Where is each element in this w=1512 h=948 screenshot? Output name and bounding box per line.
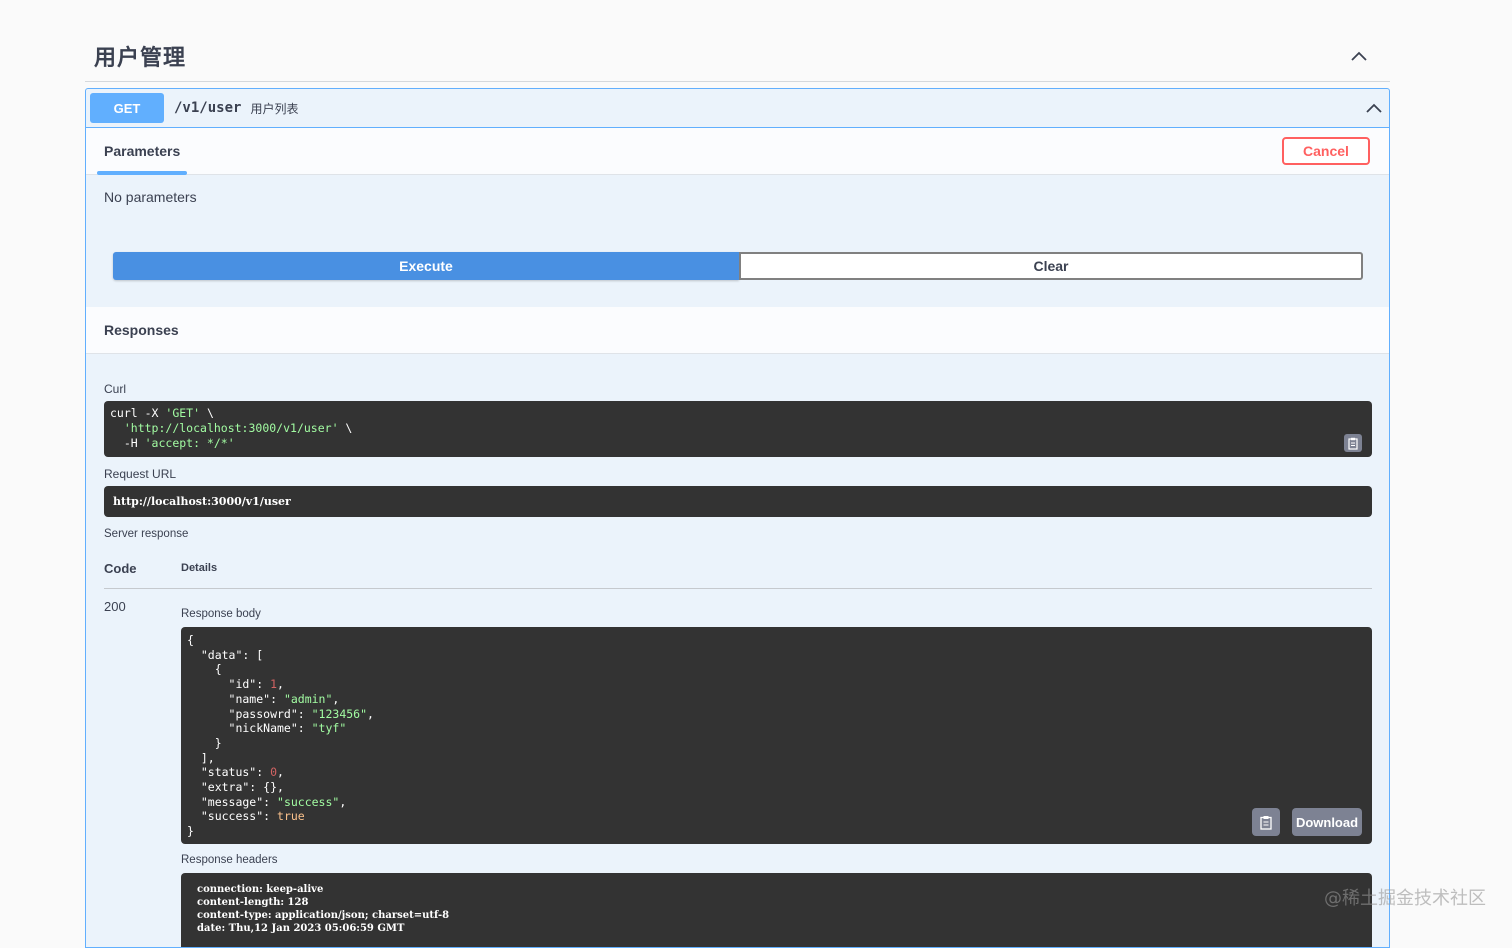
- clipboard-copy-icon[interactable]: [1252, 808, 1280, 836]
- http-method-badge: GET: [90, 93, 164, 123]
- server-response-label: Server response: [104, 528, 189, 540]
- curl-code-block[interactable]: curl -X 'GET' \ 'http://localhost:3000/v…: [104, 401, 1372, 457]
- tag-section-header[interactable]: 用户管理: [85, 30, 1390, 82]
- operation-path: /v1/user: [174, 100, 242, 116]
- operation-description: 用户列表: [250, 101, 299, 116]
- operation-block: GET /v1/user 用户列表 Parameters Cancel No p…: [85, 88, 1390, 948]
- execute-button[interactable]: Execute: [113, 252, 739, 280]
- response-header-line: date: Thu,12 Jan 2023 05:06:59 GMT: [197, 923, 405, 934]
- watermark: @稀土掘金技术社区: [1324, 888, 1486, 909]
- response-header-line: content-length: 128: [197, 897, 309, 908]
- response-headers-code[interactable]: connection: keep-alive content-length: 12…: [181, 873, 1372, 947]
- chevron-up-icon[interactable]: [1348, 45, 1370, 67]
- chevron-up-icon[interactable]: [1363, 97, 1385, 119]
- curl-line: 'http://localhost:3000/v1/user' \: [123, 421, 353, 435]
- no-parameters-text: No parameters: [104, 189, 197, 205]
- curl-label: Curl: [104, 382, 127, 396]
- status-code: 200: [104, 599, 126, 614]
- responses-header: Responses: [86, 307, 1389, 354]
- response-body-code[interactable]: { "data": [ { "id": 1, "name": "admin", …: [181, 627, 1372, 844]
- tab-parameters[interactable]: Parameters: [96, 128, 188, 175]
- execute-wrapper: Execute Clear: [113, 252, 1363, 281]
- responses-title: Responses: [104, 322, 179, 338]
- code-column-header: Code: [104, 561, 137, 576]
- request-url-label: Request URL: [104, 467, 177, 481]
- parameters-header: Parameters Cancel: [86, 128, 1389, 175]
- curl-line: curl -X 'GET' \: [110, 406, 214, 420]
- clipboard-copy-icon[interactable]: [1344, 434, 1362, 452]
- response-header-line: content-type: application/json; charset=…: [197, 910, 450, 921]
- download-button[interactable]: Download: [1292, 808, 1362, 836]
- response-table-header: Code Details: [104, 559, 1372, 589]
- cancel-button[interactable]: Cancel: [1282, 137, 1370, 165]
- response-headers-label: Response headers: [181, 854, 278, 866]
- curl-line: -H 'accept: */*': [110, 436, 235, 450]
- details-column-header: Details: [181, 562, 218, 574]
- operation-summary[interactable]: GET /v1/user 用户列表: [86, 89, 1389, 128]
- section-title: 用户管理: [94, 44, 187, 70]
- response-body-label: Response body: [181, 608, 261, 620]
- request-url-value[interactable]: http://localhost:3000/v1/user: [104, 486, 1372, 517]
- clear-button[interactable]: Clear: [739, 252, 1363, 280]
- response-header-line: connection: keep-alive: [197, 884, 324, 895]
